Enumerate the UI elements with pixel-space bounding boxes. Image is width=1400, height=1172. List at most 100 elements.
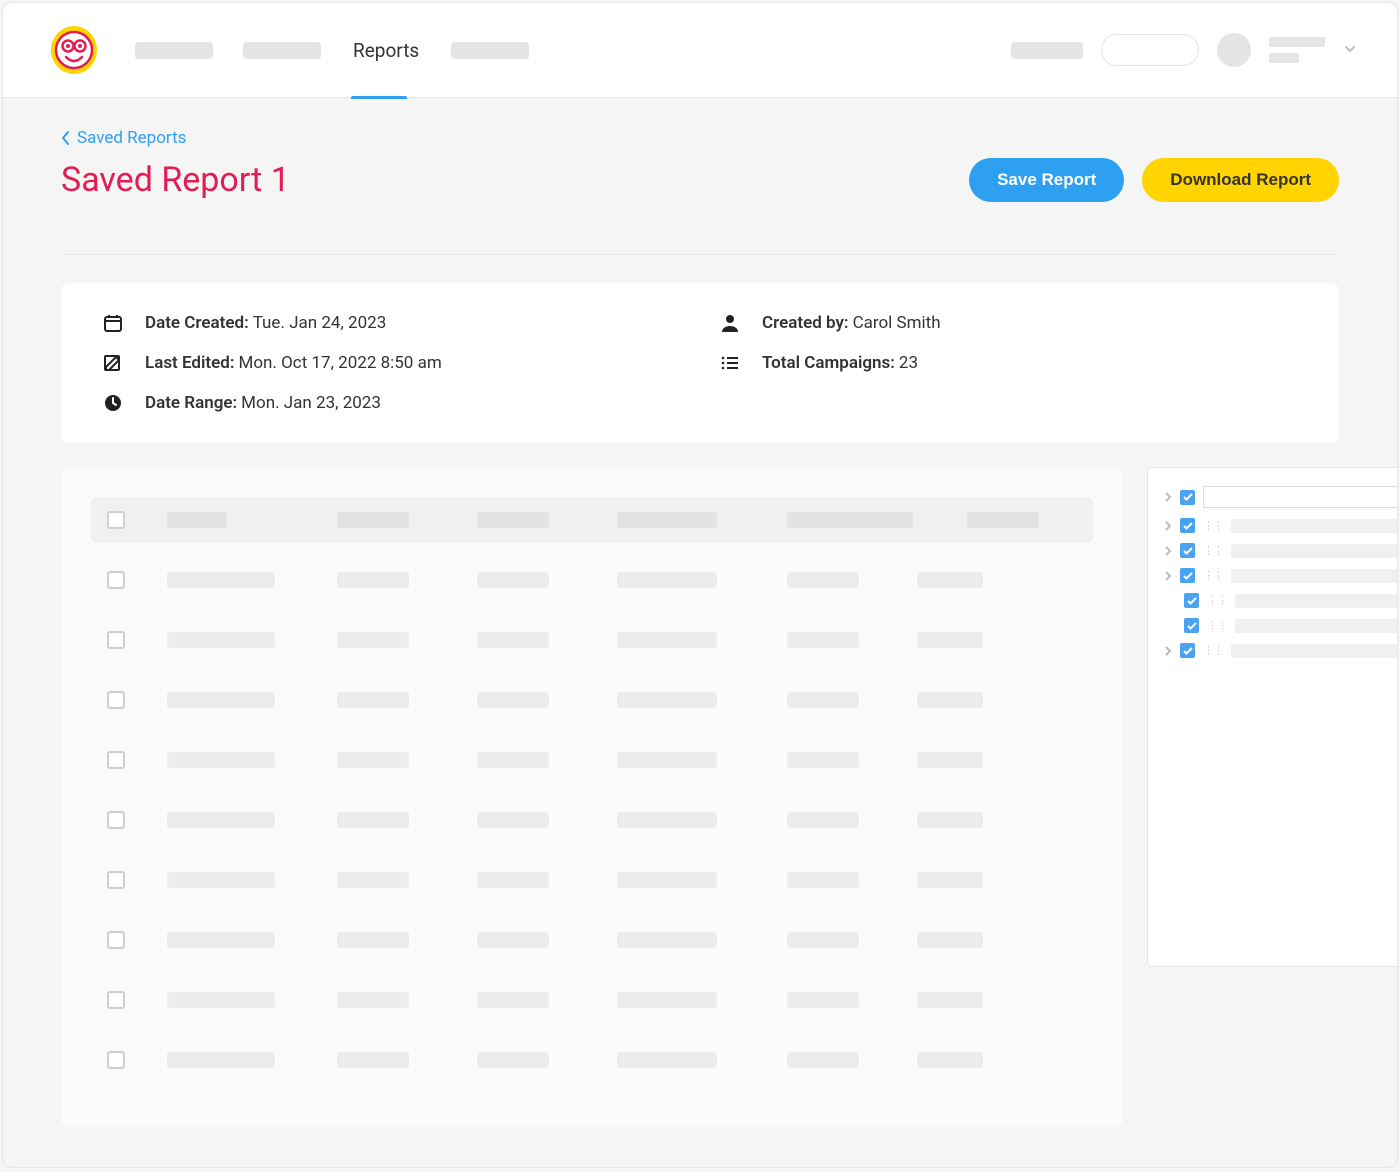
cell-placeholder — [917, 932, 983, 948]
cell-placeholder — [477, 572, 549, 588]
info-value: Carol Smith — [853, 313, 941, 333]
cell-placeholder — [917, 692, 983, 708]
table-header-row — [91, 497, 1093, 543]
header-right — [1011, 33, 1357, 67]
download-report-button[interactable]: Download Report — [1142, 158, 1339, 202]
filter-tree-item[interactable]: ⋮⋮ — [1164, 643, 1398, 658]
cell-placeholder — [787, 932, 859, 948]
nav-item-placeholder[interactable] — [243, 42, 321, 59]
cell-placeholder — [917, 632, 983, 648]
chevron-down-icon[interactable] — [1343, 41, 1357, 60]
calendar-icon — [103, 313, 123, 333]
cell-placeholder — [337, 812, 409, 828]
nav-item-reports[interactable]: Reports — [351, 3, 421, 98]
info-label: Last Edited: — [145, 353, 234, 373]
filter-checkbox[interactable] — [1184, 593, 1199, 608]
cell-placeholder — [917, 572, 983, 588]
cell-placeholder — [917, 1052, 983, 1068]
cell-placeholder — [337, 632, 409, 648]
cell-placeholder — [167, 632, 275, 648]
table-row — [91, 917, 1093, 963]
info-value: Mon. Oct 17, 2022 8:50 am — [238, 353, 441, 373]
chevron-right-icon — [1164, 645, 1172, 657]
filter-tree-item[interactable]: ⋮⋮ — [1164, 518, 1398, 533]
filter-checkbox[interactable] — [1180, 643, 1195, 658]
cell-placeholder — [787, 992, 859, 1008]
cell-placeholder — [477, 632, 549, 648]
cell-placeholder — [477, 812, 549, 828]
drag-handle-icon[interactable]: ⋮⋮ — [1207, 594, 1227, 607]
row-checkbox[interactable] — [107, 691, 125, 709]
drag-handle-icon[interactable]: ⋮⋮ — [1203, 644, 1223, 657]
cell-placeholder — [617, 692, 717, 708]
filter-tree-item[interactable]: ⋮⋮ — [1184, 618, 1398, 633]
column-header-placeholder[interactable] — [167, 512, 227, 528]
cell-placeholder — [167, 872, 275, 888]
cell-placeholder — [917, 812, 983, 828]
filter-checkbox[interactable] — [1180, 518, 1195, 533]
row-checkbox[interactable] — [107, 751, 125, 769]
drag-handle-icon[interactable]: ⋮⋮ — [1207, 619, 1227, 632]
cell-placeholder — [617, 1052, 717, 1068]
cell-placeholder — [617, 872, 717, 888]
page-title: Saved Report 1 — [61, 160, 290, 200]
table-row — [91, 797, 1093, 843]
row-checkbox[interactable] — [107, 811, 125, 829]
select-all-checkbox[interactable] — [107, 511, 125, 529]
filter-tree-item[interactable]: ⋮⋮ — [1184, 593, 1398, 608]
row-checkbox[interactable] — [107, 931, 125, 949]
filter-checkbox[interactable] — [1180, 490, 1195, 505]
cell-placeholder — [617, 992, 717, 1008]
cell-placeholder — [337, 872, 409, 888]
table-row — [91, 737, 1093, 783]
filter-search-input[interactable] — [1203, 486, 1398, 508]
row-checkbox[interactable] — [107, 571, 125, 589]
column-header-placeholder[interactable] — [787, 512, 913, 528]
column-header-placeholder[interactable] — [337, 512, 409, 528]
filter-item-placeholder — [1231, 644, 1398, 658]
column-header-placeholder[interactable] — [477, 512, 549, 528]
filter-tree-item[interactable]: ⋮⋮ — [1164, 543, 1398, 558]
header-placeholder — [1011, 42, 1083, 59]
filter-tree-item[interactable]: ⋮⋮ — [1164, 568, 1398, 583]
cell-placeholder — [787, 1052, 859, 1068]
app-header: Reports — [3, 3, 1397, 98]
filter-checkbox[interactable] — [1184, 618, 1199, 633]
info-created-by: Created by:Carol Smith — [720, 313, 1297, 333]
drag-handle-icon[interactable]: ⋮⋮ — [1203, 519, 1223, 532]
cell-placeholder — [477, 692, 549, 708]
nav-item-placeholder[interactable] — [451, 42, 529, 59]
user-menu[interactable] — [1269, 37, 1325, 63]
drag-handle-icon[interactable]: ⋮⋮ — [1203, 569, 1223, 582]
back-link-saved-reports[interactable]: Saved Reports — [61, 128, 186, 148]
column-header-placeholder[interactable] — [967, 512, 1039, 528]
filter-checkbox[interactable] — [1180, 543, 1195, 558]
table-row — [91, 977, 1093, 1023]
filter-search-row — [1164, 486, 1398, 508]
avatar[interactable] — [1217, 33, 1251, 67]
nav-item-placeholder[interactable] — [135, 42, 213, 59]
chevron-right-icon[interactable] — [1164, 491, 1172, 503]
info-last-edited: Last Edited:Mon. Oct 17, 2022 8:50 am — [103, 353, 680, 373]
chevron-right-icon — [1164, 545, 1172, 557]
row-checkbox[interactable] — [107, 991, 125, 1009]
cell-placeholder — [337, 692, 409, 708]
cell-placeholder — [787, 812, 859, 828]
top-nav: Reports — [135, 3, 529, 98]
table-row — [91, 677, 1093, 723]
cell-placeholder — [477, 752, 549, 768]
drag-handle-icon[interactable]: ⋮⋮ — [1203, 544, 1223, 557]
header-pill-control[interactable] — [1101, 34, 1199, 66]
row-checkbox[interactable] — [107, 1051, 125, 1069]
cell-placeholder — [337, 752, 409, 768]
save-report-button[interactable]: Save Report — [969, 158, 1124, 202]
clock-icon — [103, 393, 123, 413]
column-header-placeholder[interactable] — [617, 512, 717, 528]
filter-item-placeholder — [1231, 544, 1398, 558]
cell-placeholder — [787, 872, 859, 888]
row-checkbox[interactable] — [107, 631, 125, 649]
info-label: Total Campaigns: — [762, 353, 895, 373]
cell-placeholder — [167, 752, 275, 768]
filter-checkbox[interactable] — [1180, 568, 1195, 583]
row-checkbox[interactable] — [107, 871, 125, 889]
